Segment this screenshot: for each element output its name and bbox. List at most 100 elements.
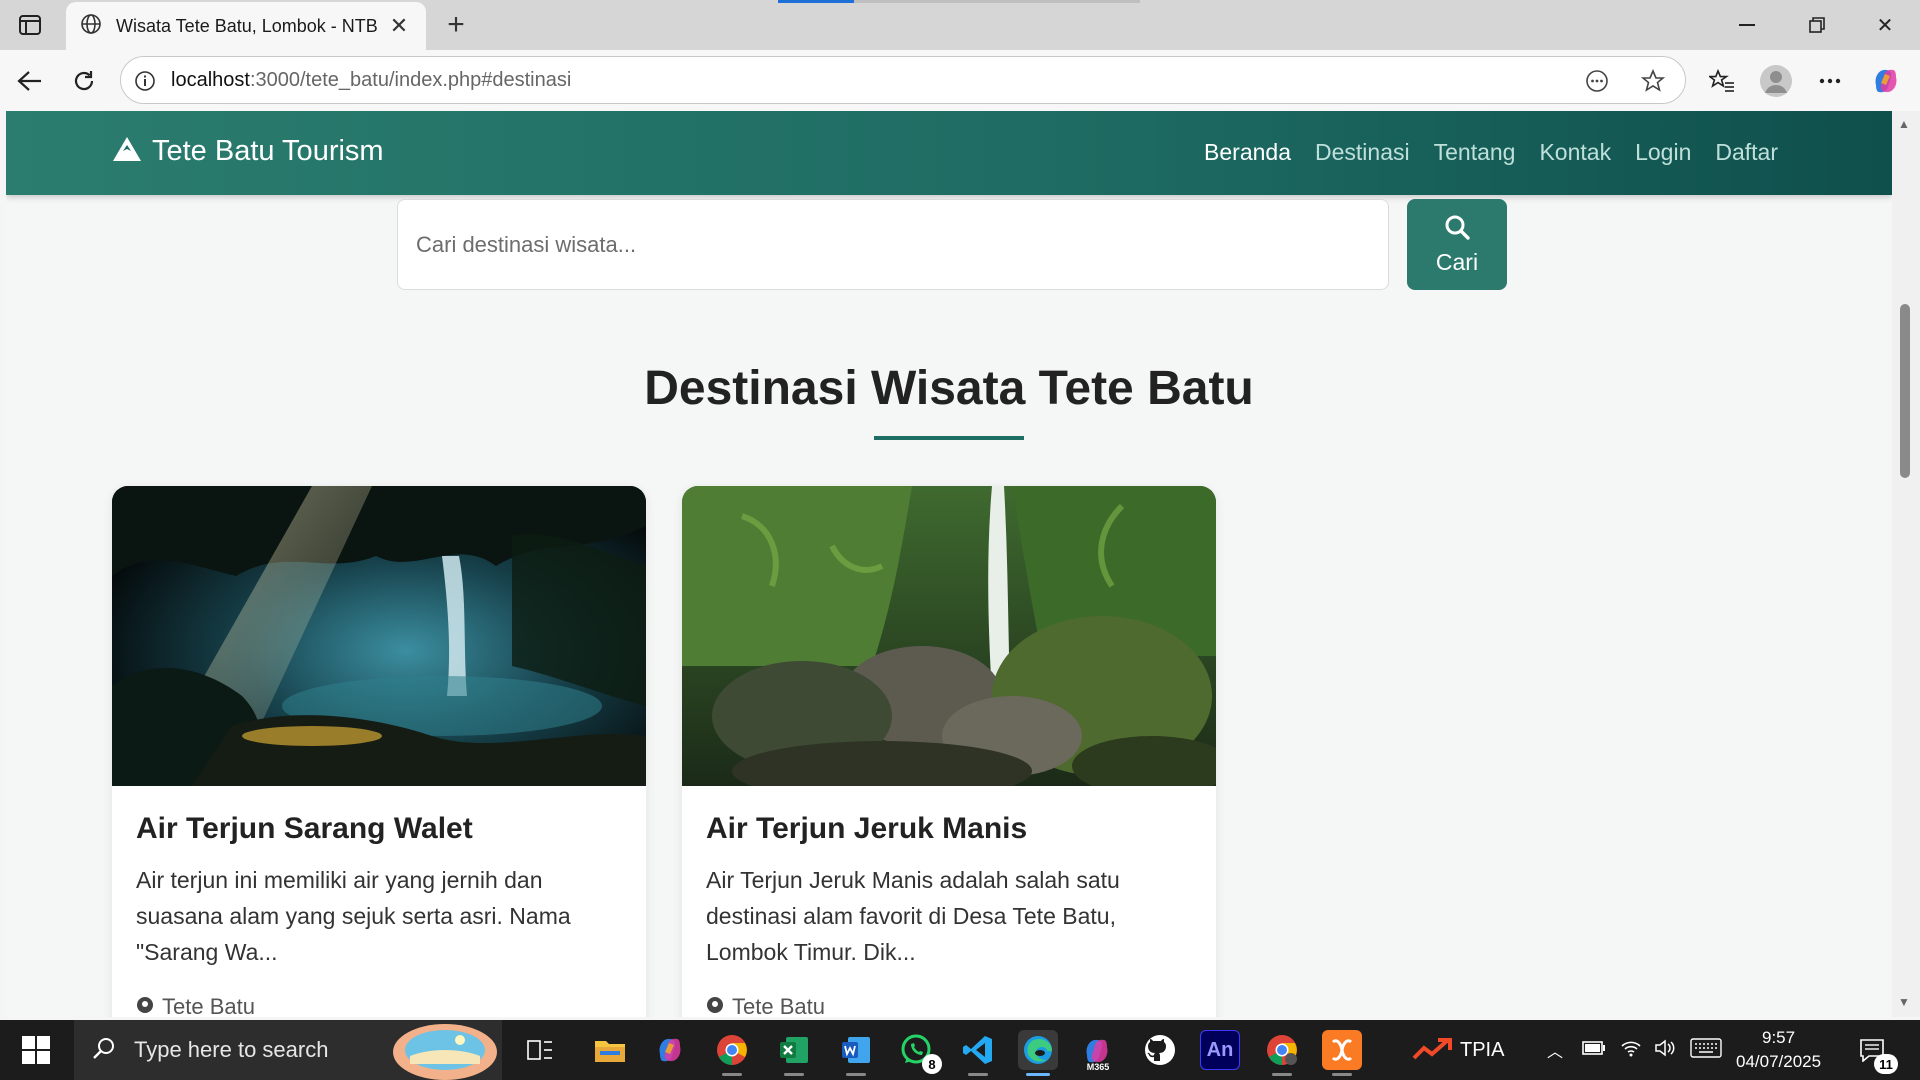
card-location: Tete Batu xyxy=(136,994,255,1017)
running-indicator xyxy=(1332,1073,1352,1076)
tab-title: Wisata Tete Batu, Lombok - NTB xyxy=(116,15,378,36)
whatsapp-badge: 8 xyxy=(922,1054,942,1074)
edge-icon[interactable] xyxy=(1018,1030,1058,1076)
jungle-waterfall-photo xyxy=(682,486,1216,786)
chrome-icon[interactable] xyxy=(712,1030,752,1076)
stock-widget[interactable]: TPIA xyxy=(1412,1020,1504,1080)
search-button[interactable]: Cari xyxy=(1407,199,1507,290)
loading-track xyxy=(854,0,1140,3)
scroll-up-icon[interactable]: ▲ xyxy=(1898,117,1910,131)
clock-date: 04/07/2025 xyxy=(1736,1052,1822,1071)
page-viewport: Tete Batu Tourism Beranda Destinasi Tent… xyxy=(6,111,1892,1017)
chevron-up-icon[interactable]: ︿ xyxy=(1540,1038,1570,1062)
favorite-star-icon[interactable] xyxy=(1637,65,1669,97)
file-explorer-icon[interactable] xyxy=(590,1030,630,1070)
card-description: Air terjun ini memiliki air yang jernih … xyxy=(136,867,571,965)
section-title: Destinasi Wisata Tete Batu xyxy=(644,362,1254,415)
m365-label: M365 xyxy=(1086,1062,1110,1072)
card-description: Air Terjun Jeruk Manis adalah salah satu… xyxy=(706,867,1120,965)
url-path: :3000/tete_batu/index.php#destinasi xyxy=(249,69,572,91)
card-title: Air Terjun Jeruk Manis xyxy=(706,812,1028,845)
minimize-icon[interactable] xyxy=(1712,0,1782,50)
copilot-icon[interactable] xyxy=(1866,61,1906,101)
destination-card[interactable]: Air Terjun Sarang Walet Air terjun ini m… xyxy=(112,486,646,1017)
m365-icon[interactable]: M365 xyxy=(1078,1030,1118,1072)
word-icon[interactable] xyxy=(836,1030,876,1076)
system-tray: ︿ xyxy=(1540,1020,1722,1080)
search-icon xyxy=(92,1036,116,1065)
close-window-icon[interactable]: ✕ xyxy=(1850,0,1920,50)
favorites-icon[interactable] xyxy=(1702,61,1742,101)
battery-icon[interactable] xyxy=(1582,1040,1606,1060)
site-info-icon[interactable] xyxy=(129,65,161,97)
task-view-icon[interactable] xyxy=(520,1030,560,1070)
stock-trend-icon xyxy=(1412,1038,1452,1060)
excel-icon[interactable] xyxy=(774,1030,814,1076)
search-button-label: Cari xyxy=(1435,248,1479,275)
windows-taskbar: Type here to search 8 M365 An TPIA ︿ 9:5… xyxy=(0,1020,1920,1080)
animate-label: An xyxy=(1206,1038,1234,1061)
new-tab-button[interactable]: + xyxy=(436,6,476,44)
windows-start-icon[interactable] xyxy=(14,1034,58,1066)
running-indicator xyxy=(722,1073,742,1076)
nav-link-destinasi[interactable]: Destinasi xyxy=(1315,139,1410,166)
vscode-icon[interactable] xyxy=(958,1030,998,1076)
mountain-icon xyxy=(112,136,142,167)
card-title: Air Terjun Sarang Walet xyxy=(136,812,473,845)
location-pin-icon xyxy=(706,994,724,1017)
nav-link-daftar[interactable]: Daftar xyxy=(1715,139,1778,166)
search-input[interactable] xyxy=(397,199,1389,290)
card-location-text: Tete Batu xyxy=(162,994,255,1017)
address-bar[interactable]: localhost:3000/tete_batu/index.php#desti… xyxy=(120,56,1686,104)
refresh-icon[interactable] xyxy=(64,61,104,101)
whatsapp-icon[interactable]: 8 xyxy=(896,1030,942,1074)
card-body: Air Terjun Jeruk Manis Air Terjun Jeruk … xyxy=(706,812,1196,970)
browser-tab[interactable]: Wisata Tete Batu, Lombok - NTB ✕ xyxy=(66,2,426,50)
xampp-icon[interactable] xyxy=(1322,1030,1362,1076)
active-indicator xyxy=(1026,1073,1050,1076)
taskbar-search-placeholder: Type here to search xyxy=(134,1037,329,1062)
profile-avatar-icon[interactable] xyxy=(1756,61,1796,101)
loading-indicator xyxy=(778,0,854,3)
stock-ticker: TPIA xyxy=(1460,1038,1505,1061)
close-tab-icon[interactable]: ✕ xyxy=(386,13,412,39)
card-body: Air Terjun Sarang Walet Air terjun ini m… xyxy=(136,812,626,970)
url-host: localhost xyxy=(171,69,250,91)
site-navbar: Tete Batu Tourism Beranda Destinasi Tent… xyxy=(6,111,1892,195)
globe-icon xyxy=(80,13,102,40)
nav-links: Beranda Destinasi Tentang Kontak Login D… xyxy=(1180,139,1778,166)
destination-card[interactable]: Air Terjun Jeruk Manis Air Terjun Jeruk … xyxy=(682,486,1216,1017)
nav-link-kontak[interactable]: Kontak xyxy=(1539,139,1611,166)
animate-icon[interactable]: An xyxy=(1200,1030,1240,1070)
running-indicator xyxy=(846,1073,866,1076)
browser-tab-strip: Wisata Tete Batu, Lombok - NTB ✕ + ✕ xyxy=(0,0,1920,50)
reading-mode-icon[interactable] xyxy=(1581,65,1613,97)
scroll-thumb[interactable] xyxy=(1900,304,1910,478)
notification-center-icon[interactable]: 11 xyxy=(1852,1030,1898,1074)
scroll-down-icon[interactable]: ▼ xyxy=(1898,995,1910,1009)
nav-link-login[interactable]: Login xyxy=(1635,139,1691,166)
keyboard-icon[interactable] xyxy=(1690,1037,1722,1063)
tab-actions-icon[interactable] xyxy=(12,10,48,40)
brand-name: Tete Batu Tourism xyxy=(152,135,384,167)
running-indicator xyxy=(968,1073,988,1076)
copilot-app-icon[interactable] xyxy=(650,1030,690,1070)
page-scrollbar[interactable]: ▲ ▼ xyxy=(1892,111,1920,1017)
card-location-text: Tete Batu xyxy=(732,994,825,1017)
more-options-icon[interactable] xyxy=(1810,61,1850,101)
wifi-icon[interactable] xyxy=(1620,1039,1642,1062)
browser-toolbar: localhost:3000/tete_batu/index.php#desti… xyxy=(0,50,1920,111)
back-icon[interactable] xyxy=(10,61,50,101)
nav-link-beranda[interactable]: Beranda xyxy=(1204,139,1291,166)
card-location: Tete Batu xyxy=(706,994,825,1017)
github-icon[interactable] xyxy=(1140,1030,1180,1070)
site-brand[interactable]: Tete Batu Tourism xyxy=(112,135,384,168)
volume-icon[interactable] xyxy=(1654,1038,1676,1062)
chrome-profile-icon[interactable] xyxy=(1262,1030,1302,1076)
nav-link-tentang[interactable]: Tentang xyxy=(1434,139,1516,166)
taskbar-clock[interactable]: 9:57 04/07/2025 xyxy=(1736,1026,1821,1074)
url-text[interactable]: localhost:3000/tete_batu/index.php#desti… xyxy=(171,69,571,92)
restore-icon[interactable] xyxy=(1782,0,1852,50)
search-highlight-art xyxy=(393,1024,497,1080)
taskbar-search[interactable]: Type here to search xyxy=(74,1020,502,1080)
